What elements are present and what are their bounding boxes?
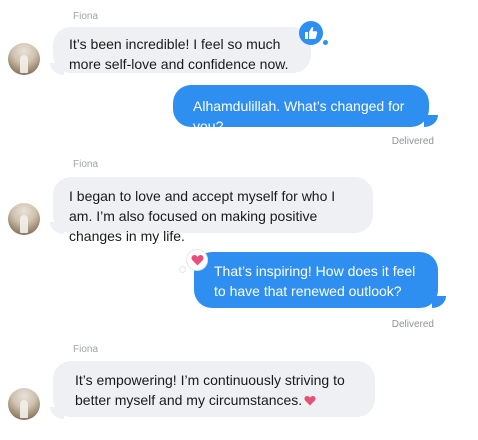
thumbs-up-icon [305, 27, 318, 39]
sender-name: Fiona [73, 159, 99, 170]
sender-name: Fiona [73, 344, 99, 355]
delivery-status: Delivered [391, 136, 434, 147]
message-text: It’s been incredible! I feel so much mor… [69, 36, 289, 72]
avatar[interactable] [8, 203, 40, 235]
message-bubble-incoming[interactable]: It’s been incredible! I feel so much mor… [53, 27, 311, 73]
message-text: I began to love and accept myself for wh… [69, 188, 336, 244]
avatar[interactable] [8, 388, 40, 420]
message-bubble-incoming[interactable]: I began to love and accept myself for wh… [53, 177, 373, 244]
sender-name: Fiona [73, 11, 99, 22]
heart-icon [190, 255, 204, 266]
thumbs-up-reaction[interactable] [299, 21, 323, 45]
avatar[interactable] [8, 43, 40, 75]
heart-emoji-icon [304, 391, 316, 411]
message-text: Alhamdulillah. What’s changed for you? [193, 98, 405, 134]
message-bubble-incoming[interactable]: It’s empowering! I’m continuously strivi… [53, 361, 375, 417]
message-bubble-outgoing[interactable]: Alhamdulillah. What’s changed for you? [173, 85, 429, 134]
message-bubble-outgoing[interactable]: That’s inspiring! How does it feel to ha… [194, 252, 438, 308]
heart-reaction[interactable] [186, 249, 208, 271]
message-text: That’s inspiring! How does it feel to ha… [214, 263, 416, 299]
delivery-status: Delivered [391, 319, 434, 330]
